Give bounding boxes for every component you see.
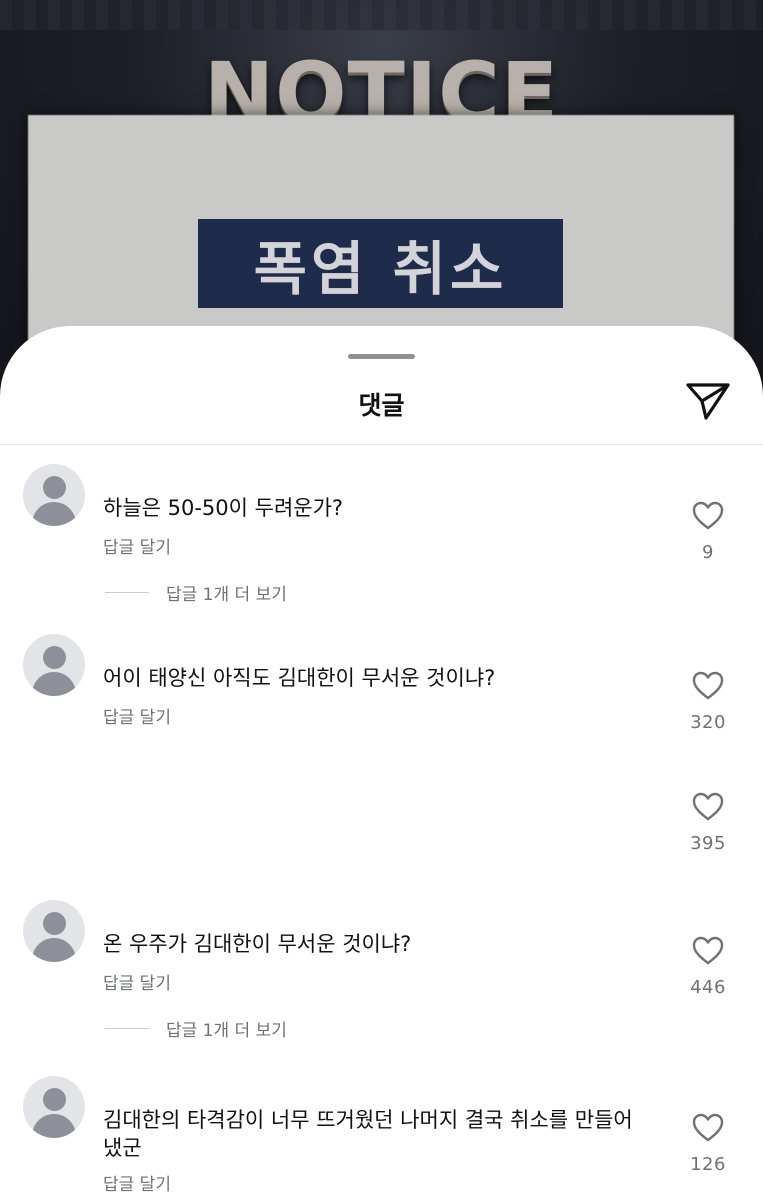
like-button[interactable]: 126 — [680, 1113, 736, 1175]
comment-text: 온 우주가 김대한이 무서운 것이냐? — [103, 932, 412, 956]
send-icon — [686, 383, 730, 420]
stadium-lights — [0, 0, 763, 30]
like-count: 9 — [702, 542, 714, 563]
comments-sheet: 댓글 — [0, 326, 763, 1200]
notice-banner-text: 폭염 취소 — [253, 234, 508, 303]
like-count: 395 — [690, 833, 726, 854]
like-count: 320 — [690, 712, 726, 733]
avatar[interactable] — [23, 1076, 85, 1138]
heart-icon — [692, 671, 724, 700]
avatar[interactable] — [23, 900, 85, 962]
reply-button[interactable]: 답글 달기 — [103, 1170, 171, 1195]
replies-line — [105, 1028, 149, 1029]
header-divider — [0, 444, 763, 445]
heart-icon — [692, 1113, 724, 1142]
heart-icon — [692, 792, 724, 821]
like-button[interactable]: 446 — [680, 936, 736, 998]
view-more-replies[interactable]: 답글 1개 더 보기 — [105, 1016, 287, 1041]
comment-text: 어이 태양신 아직도 김대한이 무서운 것이냐? — [103, 666, 496, 690]
like-count: 446 — [690, 977, 726, 998]
avatar[interactable] — [23, 634, 85, 696]
comment-text: 김대한의 타격감이 너무 뜨거웠던 나머지 결국 취소를 만들어냈군 — [103, 1108, 633, 1160]
reply-button[interactable]: 답글 달기 — [103, 969, 171, 994]
reply-button[interactable]: 답글 달기 — [103, 703, 171, 728]
replies-line — [105, 592, 149, 593]
comment-text: 하늘은 50-50이 두려운가? — [103, 496, 344, 520]
heart-icon — [692, 501, 724, 530]
view-more-replies-label: 답글 1개 더 보기 — [166, 1021, 287, 1041]
view-more-replies[interactable]: 답글 1개 더 보기 — [105, 580, 287, 605]
like-button[interactable]: 320 — [680, 671, 736, 733]
heart-icon — [692, 936, 724, 965]
avatar[interactable] — [23, 464, 85, 526]
like-button[interactable]: 9 — [680, 501, 736, 563]
reply-button[interactable]: 답글 달기 — [103, 533, 171, 558]
sheet-drag-handle[interactable] — [348, 354, 415, 359]
share-button[interactable] — [683, 378, 733, 424]
sheet-title: 댓글 — [358, 391, 405, 420]
notice-banner: 폭염 취소 — [198, 219, 563, 308]
like-button[interactable]: 395 — [680, 792, 736, 854]
view-more-replies-label: 답글 1개 더 보기 — [166, 585, 287, 605]
like-count: 126 — [690, 1154, 726, 1175]
